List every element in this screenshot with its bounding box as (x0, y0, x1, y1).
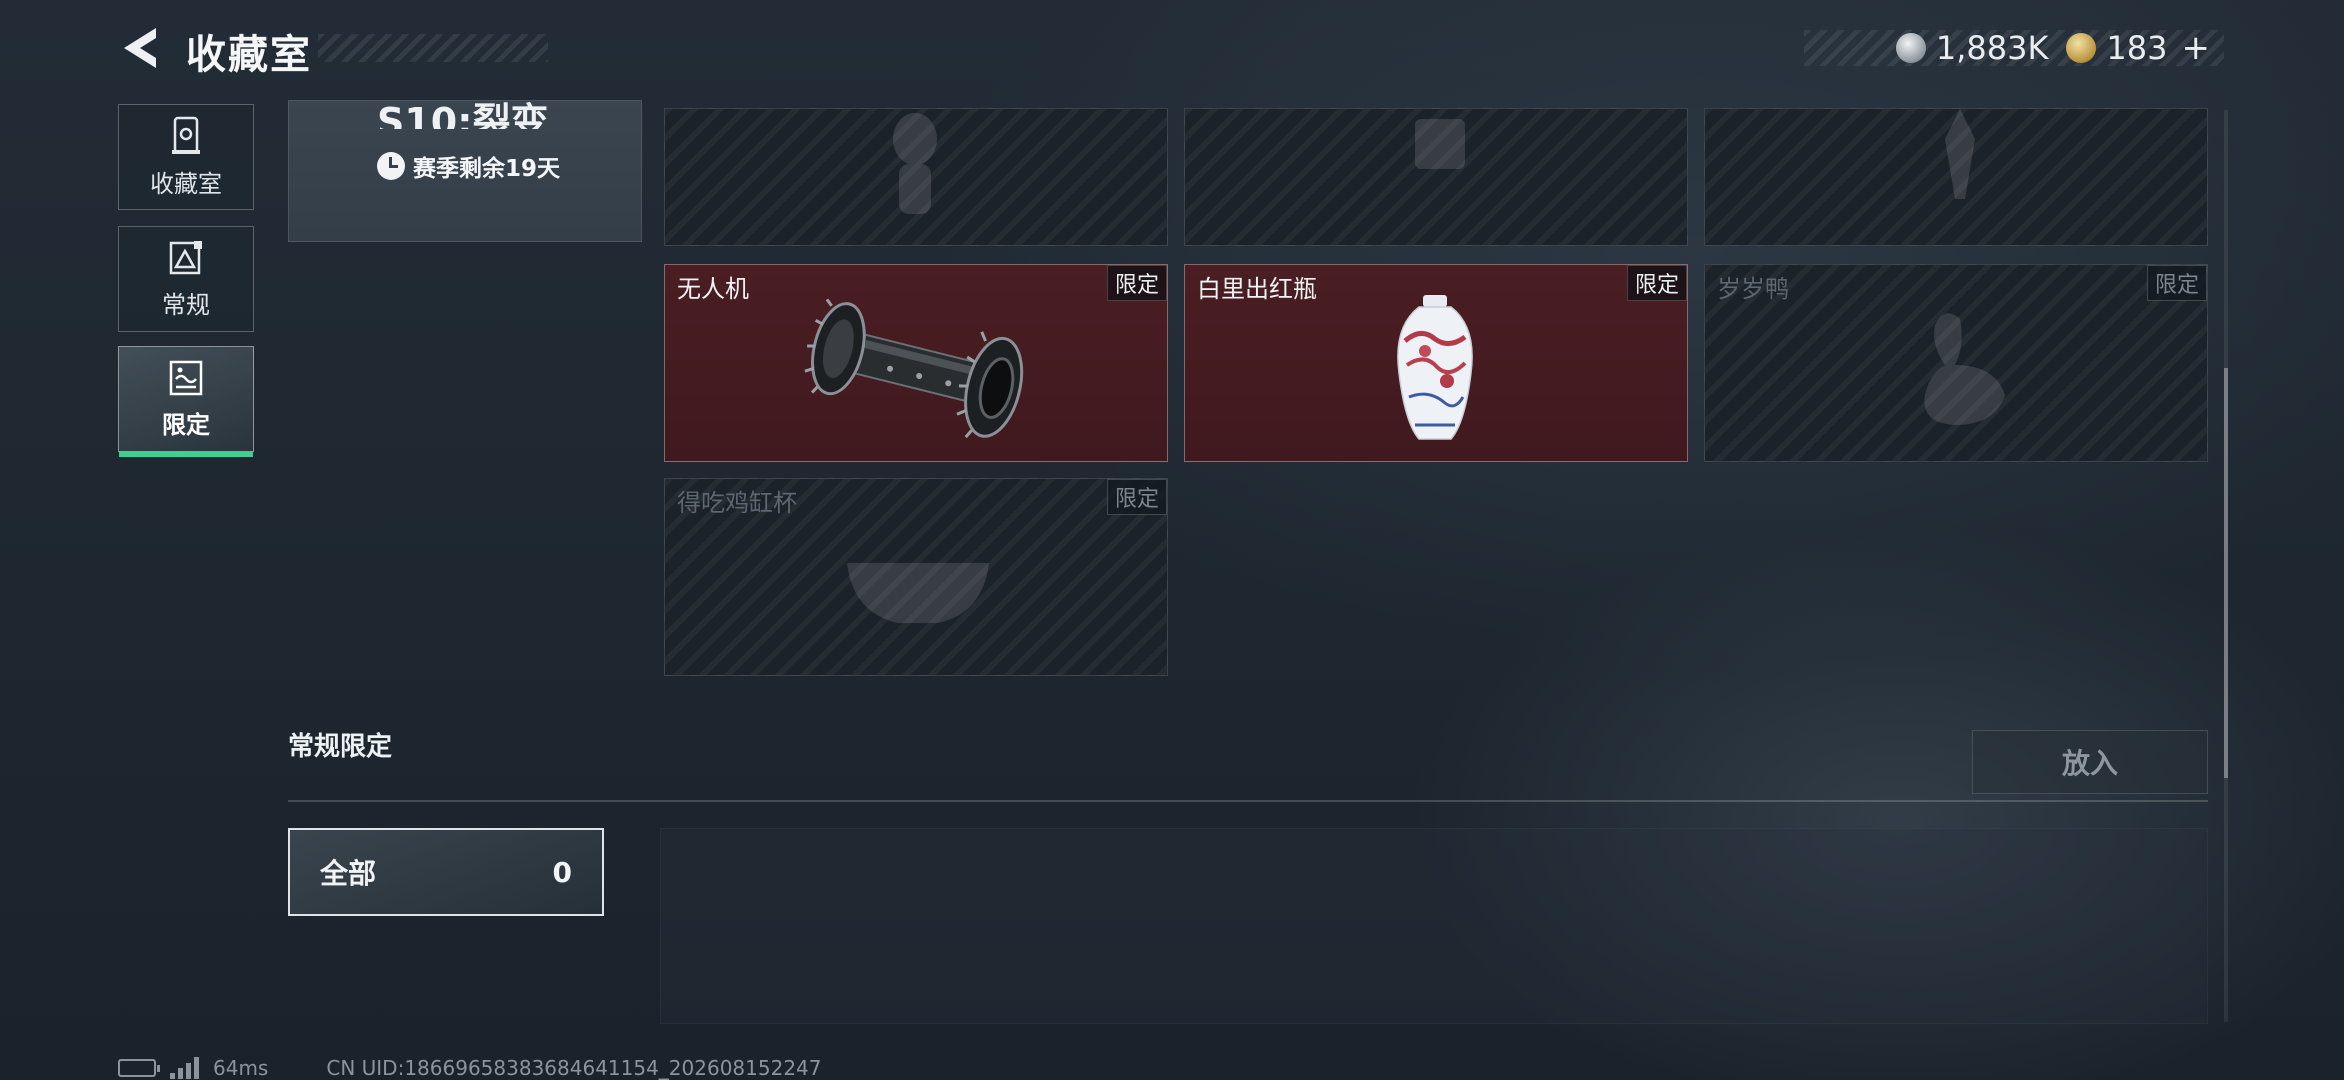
limited-tag: 限定 (2147, 265, 2207, 301)
locked-item-silhouette (1415, 119, 1465, 169)
locked-item-silhouette (1945, 109, 1975, 199)
scroll-thumb[interactable] (2224, 368, 2228, 778)
item-card-duck[interactable]: 岁岁鸭 限定 (1704, 264, 2208, 462)
nav-item-limited[interactable]: 限定 (118, 346, 254, 457)
locked-item-silhouette (893, 113, 937, 214)
scrollbar[interactable] (2224, 110, 2228, 1022)
duck-silhouette-icon (1924, 313, 2005, 425)
gold-amount: 183 (2106, 29, 2168, 67)
drone-icon (804, 298, 1024, 439)
item-name: 白里出红瓶 (1197, 275, 1317, 303)
nav-label-limited: 限定 (162, 410, 210, 439)
cup-silhouette-icon (847, 563, 989, 623)
signal-icon (170, 1057, 199, 1079)
limited-tag: 限定 (1627, 265, 1687, 301)
put-in-button[interactable]: 放入 (1972, 730, 2208, 794)
season-remaining: 赛季剩余19天 (377, 149, 560, 183)
limited-tag: 限定 (1107, 479, 1167, 515)
filter-count: 0 (552, 855, 572, 889)
item-card[interactable] (1184, 108, 1688, 246)
currency-bar: 1,883K 183 + (1804, 28, 2224, 68)
top-bar: 收藏室 1,883K 183 + (0, 0, 2344, 100)
vase-icon (1397, 295, 1473, 440)
nav-item-regular[interactable]: 常规 (118, 226, 254, 332)
item-name: 得吃鸡缸杯 (677, 489, 797, 517)
season-remaining-text: 赛季剩余19天 (413, 156, 561, 182)
item-card-cup[interactable]: 得吃鸡缸杯 限定 (664, 478, 1168, 676)
gold-coin-icon (2066, 33, 2097, 63)
regular-card-icon (169, 240, 202, 274)
filter-label: 全部 (320, 857, 377, 890)
title-decoration (318, 34, 548, 62)
vault-icon (172, 116, 200, 154)
user-uid: CN UID:18669658383684641154_202608152247 (326, 1056, 822, 1080)
ping-value: 64ms (213, 1056, 269, 1080)
nav-item-vault[interactable]: 收藏室 (118, 104, 254, 210)
add-currency-button[interactable]: + (2182, 28, 2211, 68)
status-bar: 64ms CN UID:18669658383684641154_2026081… (118, 1056, 822, 1080)
battery-icon (118, 1059, 160, 1077)
nav-label-regular: 常规 (162, 290, 210, 319)
silver-currency: 1,883K (1895, 29, 2049, 67)
section-title: 常规限定 (288, 732, 393, 762)
silver-coin-icon (1895, 33, 1926, 63)
filter-all-button[interactable]: 全部 0 (288, 828, 604, 916)
item-name: 无人机 (677, 275, 749, 303)
back-button[interactable] (116, 24, 162, 72)
page-title: 收藏室 (186, 32, 312, 78)
nav-label-vault: 收藏室 (150, 169, 222, 198)
silver-amount: 1,883K (1935, 29, 2049, 67)
item-card-drone[interactable]: 无人机 限定 (664, 264, 1168, 462)
active-indicator (119, 452, 253, 457)
section-divider (288, 800, 2208, 802)
limited-tag: 限定 (1107, 265, 1167, 301)
clock-icon (377, 152, 405, 180)
back-arrow-icon (124, 28, 156, 68)
season-card: S10:裂变 赛季剩余19天 (288, 100, 642, 242)
item-card-vase[interactable]: 白里出红瓶 限定 (1184, 264, 1688, 462)
item-card[interactable] (664, 108, 1168, 246)
item-name: 岁岁鸭 (1717, 275, 1789, 303)
season-name: S10:裂变 (377, 100, 549, 129)
item-card[interactable] (1704, 108, 2208, 246)
limited-card-icon (169, 360, 203, 395)
display-slot-panel (660, 828, 2208, 1024)
gold-currency[interactable]: 183 + (2066, 28, 2210, 68)
